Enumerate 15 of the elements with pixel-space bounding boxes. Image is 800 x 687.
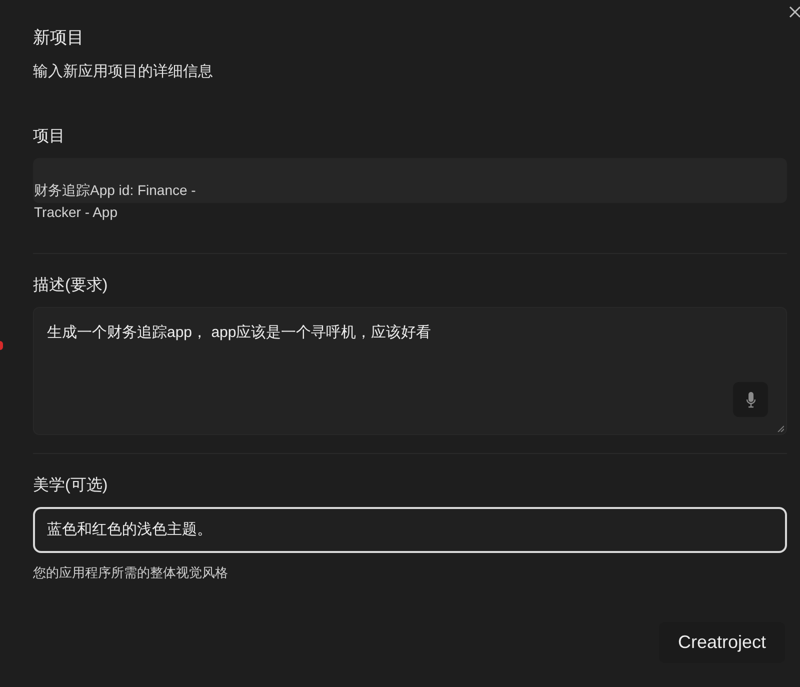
project-name-value: 财务追踪App id: Finance - Tracker - App — [34, 181, 197, 222]
resize-handle-icon[interactable] — [777, 425, 784, 432]
field-label: 项目 — [33, 127, 65, 147]
field-label: 描述(要求) — [33, 276, 108, 296]
aesthetics-input-field[interactable]: 蓝色和红色的浅色主题。 — [33, 507, 787, 553]
voice-input-button[interactable] — [733, 382, 768, 417]
description-textarea[interactable]: 生成一个财务追踪app， app应该是一个寻呼机，应该好看 — [33, 307, 787, 435]
field-label: 美学(可选) — [33, 476, 108, 496]
close-icon[interactable] — [789, 6, 800, 18]
helper-text: 您的应用程序所需的整体视觉风格 — [33, 564, 228, 582]
create-project-button[interactable]: Creatroject — [658, 622, 785, 663]
dialog-title: 新项目 — [33, 27, 85, 49]
microphone-icon — [746, 392, 756, 408]
dialog-subtitle: 输入新应用项目的详细信息 — [33, 62, 214, 82]
edge-marker-icon — [0, 341, 3, 350]
